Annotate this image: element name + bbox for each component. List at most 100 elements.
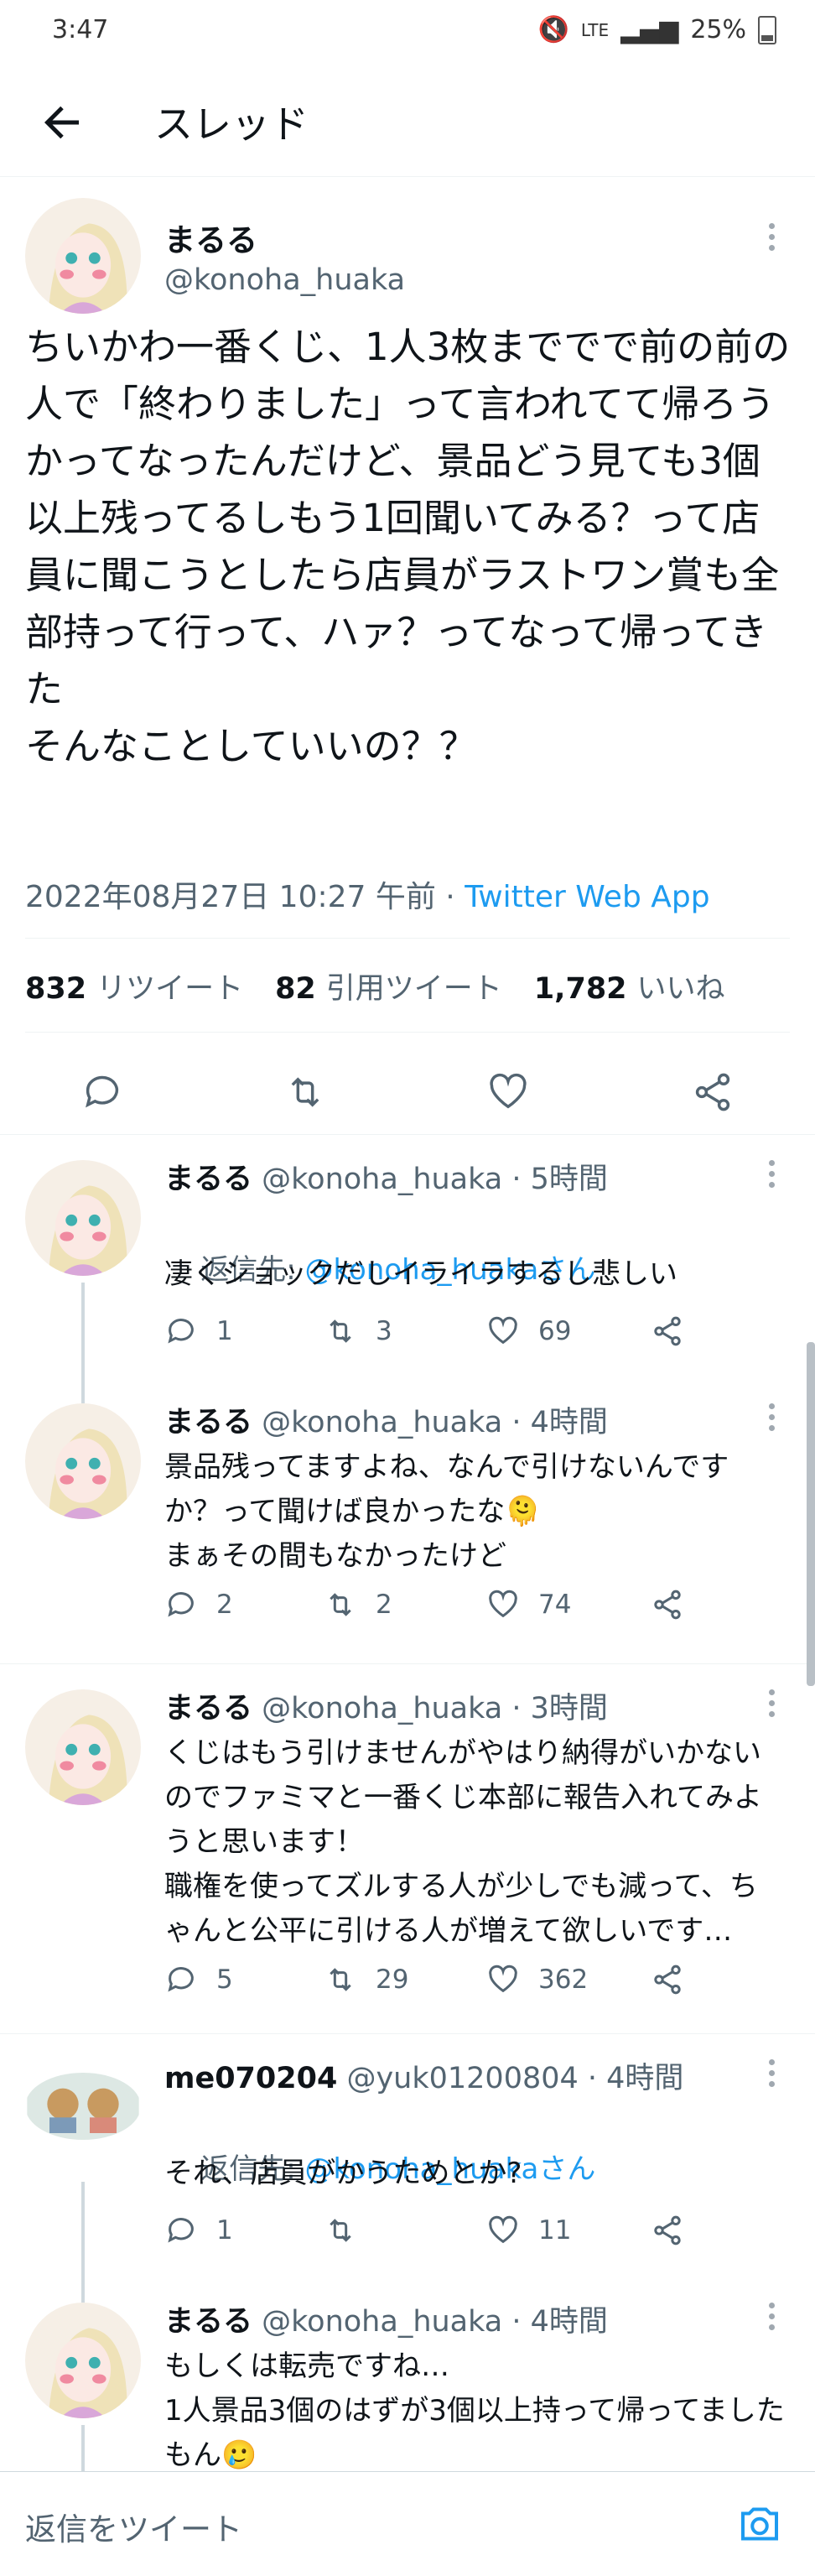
author-handle[interactable]: @konoha_huaka <box>262 1692 502 1725</box>
back-arrow-icon[interactable] <box>37 97 87 148</box>
reply-compose-input[interactable]: 返信をツイート <box>25 2504 242 2549</box>
reply-text: それ、店員がかうためとか? <box>164 2157 522 2190</box>
like-icon <box>489 1965 517 1993</box>
reply-button[interactable]: 1 <box>164 1314 233 1348</box>
thread-line <box>81 2277 85 2303</box>
retweet-icon[interactable] <box>283 1070 327 1114</box>
author-handle[interactable]: @konoha_huaka <box>164 263 405 297</box>
retweet-button[interactable]: 29 <box>324 1963 408 1996</box>
retweet-button[interactable]: 2 <box>324 1588 392 1621</box>
reply-icon <box>168 1319 194 1344</box>
reply-button[interactable]: 1 <box>164 2214 233 2247</box>
reply-actions: 1 3 69 <box>164 1314 709 1356</box>
author-name[interactable]: まるる <box>164 2305 252 2339</box>
reply-tweet[interactable]: まるる @konoha_huaka · 4時間 もしくは転売ですね… 1人景品3… <box>0 2277 815 2472</box>
author-name[interactable]: まるる <box>164 215 257 260</box>
compose-bar[interactable]: 返信をツイート <box>0 2471 815 2576</box>
status-icons: 🔇 LTE ▂▄▆ 25% <box>537 15 776 44</box>
scrollbar[interactable] <box>807 1342 815 1686</box>
quotes-stat[interactable]: 82 引用ツイート <box>275 965 502 1007</box>
reply-tweet[interactable]: まるる @konoha_huaka · 4時間 景品残ってますよね、なんで引けな… <box>0 1378 815 1664</box>
reply-button[interactable]: 2 <box>164 1588 233 1621</box>
like-button[interactable]: 362 <box>486 1963 588 1996</box>
share-icon[interactable] <box>691 1070 735 1114</box>
retweet-button[interactable] <box>324 2214 376 2247</box>
battery-label: 25% <box>690 15 746 44</box>
retweet-icon <box>330 1968 351 1991</box>
reply-tweet[interactable]: まるる @konoha_huaka · 3時間 くじはもう引けませんがやはり納得… <box>0 1664 815 2034</box>
retweet-icon <box>330 1319 351 1343</box>
avatar[interactable] <box>25 1160 141 1276</box>
battery-icon <box>758 15 776 44</box>
avatar[interactable] <box>25 1403 141 1519</box>
author-handle[interactable]: @konoha_huaka <box>262 1406 502 1439</box>
avatar[interactable] <box>25 2303 141 2418</box>
retweet-button[interactable]: 3 <box>324 1314 392 1348</box>
likes-stat[interactable]: 1,782 いいね <box>534 965 725 1007</box>
reply-actions: 2 2 74 <box>164 1588 709 1630</box>
share-button[interactable] <box>651 2214 684 2247</box>
author-name[interactable]: まるる <box>164 1406 252 1439</box>
header: スレッド <box>0 67 815 177</box>
reply-time: · 3時間 <box>502 1692 608 1725</box>
retweet-icon <box>330 2219 351 2242</box>
tweet-timestamp: 2022年08月27日 10:27 午前 · <box>25 880 465 914</box>
tweet-meta: 2022年08月27日 10:27 午前 · Twitter Web App <box>25 872 710 916</box>
more-options-icon[interactable] <box>769 2303 775 2335</box>
more-options-icon[interactable] <box>769 1689 775 1722</box>
reply-icon <box>168 1967 194 1992</box>
more-options-icon[interactable] <box>769 1403 775 1436</box>
retweets-stat[interactable]: 832 リツイート <box>25 965 243 1007</box>
like-icon <box>489 2215 517 2244</box>
avatar-illustration <box>25 2303 141 2418</box>
thread-line <box>81 1283 85 1378</box>
reply-icon[interactable] <box>80 1070 124 1114</box>
reply-header: まるる @konoha_huaka · 4時間 <box>164 2298 608 2340</box>
reply-header: まるる @konoha_huaka · 3時間 <box>164 1684 608 1727</box>
author-name[interactable]: まるる <box>164 1163 252 1196</box>
reply-time: · 4時間 <box>502 1406 608 1439</box>
status-bar: 3:47 🔇 LTE ▂▄▆ 25% <box>0 0 815 67</box>
like-icon[interactable] <box>486 1070 530 1114</box>
main-actions <box>0 1059 815 1126</box>
author-handle[interactable]: @yuk01200804 <box>346 2062 578 2095</box>
reply-tweet[interactable]: まるる @konoha_huaka · 5時間 返信先: @konoha_hua… <box>0 1135 815 1378</box>
camera-icon[interactable] <box>735 2499 785 2549</box>
retweet-icon <box>330 1593 351 1616</box>
reply-time: · 5時間 <box>502 1163 608 1196</box>
reply-tweet[interactable]: me070204 @yuk01200804 · 4時間 返信先: @konoha… <box>0 2034 815 2277</box>
reply-text: くじはもう引けませんがやはり納得がいかないのでファミマと一番くじ本部に報告入れて… <box>164 1736 762 1948</box>
more-options-icon[interactable] <box>769 2059 775 2092</box>
avatar[interactable] <box>25 2073 141 2140</box>
more-options-icon[interactable] <box>769 223 775 256</box>
avatar-illustration <box>27 2073 139 2140</box>
like-button[interactable]: 11 <box>486 2214 571 2247</box>
author-name[interactable]: まるる <box>164 1692 252 1725</box>
tweet-source-link[interactable]: Twitter Web App <box>465 880 709 914</box>
share-button[interactable] <box>651 1963 684 1996</box>
share-button[interactable] <box>651 1314 684 1348</box>
tweet-stats: 832 リツイート 82 引用ツイート 1,782 いいね <box>25 965 725 1007</box>
mute-icon: 🔇 <box>537 15 569 44</box>
author-handle[interactable]: @konoha_huaka <box>262 2305 502 2339</box>
divider <box>25 1032 790 1033</box>
reply-icon <box>168 2218 194 2243</box>
author-name[interactable]: me070204 <box>164 2062 337 2095</box>
more-options-icon[interactable] <box>769 1160 775 1193</box>
share-button[interactable] <box>651 1588 684 1621</box>
avatar[interactable] <box>25 1689 141 1805</box>
share-icon <box>654 2215 681 2246</box>
divider <box>25 938 790 939</box>
avatar-illustration <box>25 1403 141 1519</box>
like-icon <box>489 1316 517 1345</box>
status-time: 3:47 <box>52 15 109 44</box>
author-handle[interactable]: @konoha_huaka <box>262 1163 502 1196</box>
like-button[interactable]: 74 <box>486 1588 571 1621</box>
thread-line <box>81 2425 85 2471</box>
reply-time: · 4時間 <box>578 2062 684 2095</box>
reply-button[interactable]: 5 <box>164 1963 233 1996</box>
like-button[interactable]: 69 <box>486 1314 571 1348</box>
avatar[interactable] <box>25 198 141 314</box>
share-icon <box>654 1316 681 1346</box>
reply-time: · 4時間 <box>502 2305 608 2339</box>
